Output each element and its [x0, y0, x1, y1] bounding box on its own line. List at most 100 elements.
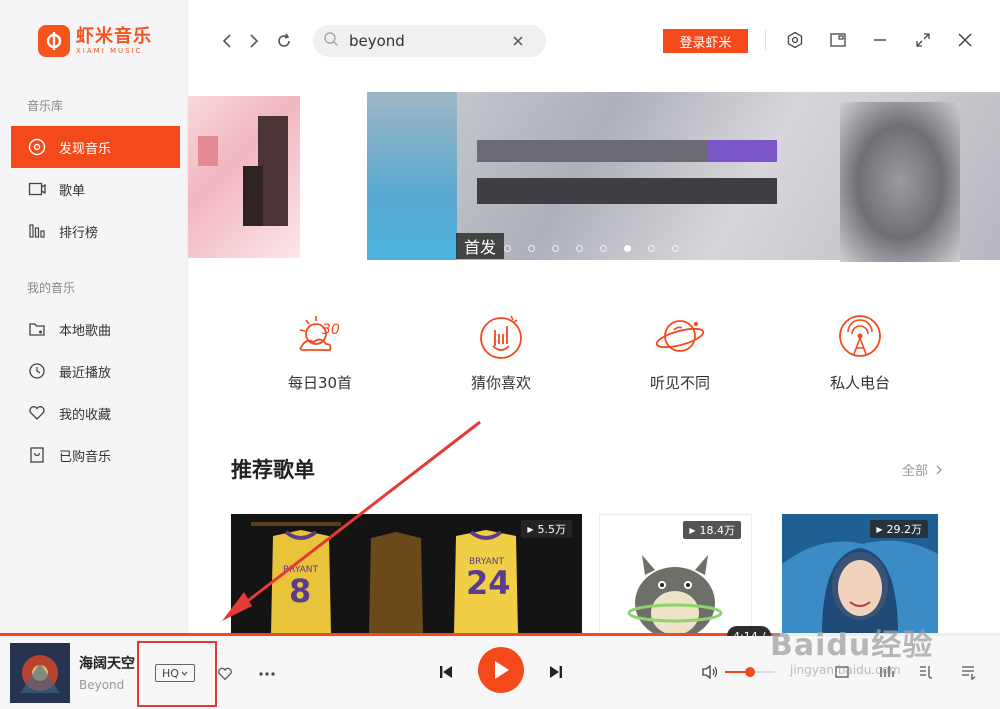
quick-daily-30[interactable]: 30 每日30首 [260, 308, 380, 393]
watermark-url: jingyan.baidu.com [790, 663, 901, 677]
quick-hear-different[interactable]: 听见不同 [620, 308, 740, 393]
clock-icon [27, 361, 47, 381]
carousel-dot[interactable] [528, 245, 535, 252]
minimize-button[interactable] [868, 28, 892, 52]
quick-label: 猜你喜欢 [470, 374, 531, 392]
play-icon [495, 661, 509, 679]
sidebar-item-label: 排行榜 [59, 225, 99, 241]
heart-icon [218, 667, 232, 681]
volume-knob[interactable] [745, 667, 755, 677]
quick-guess-like[interactable]: 猜你喜欢 [441, 308, 561, 393]
sidebar-item-local[interactable]: 本地歌曲 [11, 308, 180, 350]
carousel-dot[interactable] [648, 245, 655, 252]
sidebar-item-recent[interactable]: 最近播放 [11, 350, 180, 392]
more-dots-icon [259, 672, 275, 676]
sidebar-item-label: 我的收藏 [59, 407, 112, 423]
daily-30-icon: 30 [292, 308, 348, 364]
queue-icon [962, 666, 976, 680]
logo-subtitle: XIAMI MUSIC [76, 46, 143, 55]
carousel-dots [504, 245, 696, 252]
mini-mode-button[interactable] [826, 28, 850, 52]
see-all-link[interactable]: 全部 [902, 460, 944, 479]
more-button[interactable] [256, 664, 278, 684]
planet-icon [652, 308, 708, 364]
close-button[interactable] [953, 28, 977, 52]
lyrics-button[interactable] [916, 662, 938, 682]
svg-text:30: 30 [322, 322, 340, 338]
chevron-right-icon [936, 465, 943, 474]
playlist-queue-button[interactable] [958, 662, 978, 682]
song-artist[interactable]: Beyond [79, 678, 124, 692]
search-box[interactable] [313, 25, 546, 57]
login-button[interactable]: 登录虾米 [663, 29, 748, 53]
sidebar-item-label: 已购音乐 [59, 449, 112, 465]
see-all-label: 全部 [902, 464, 929, 479]
search-input[interactable] [349, 32, 509, 50]
banner-slide-prev[interactable] [188, 96, 300, 258]
section-title-recommended: 推荐歌单 [231, 458, 315, 482]
close-icon [958, 33, 972, 47]
my-music-section-title: 我的音乐 [27, 281, 76, 295]
chevron-right-icon [250, 34, 259, 48]
like-button[interactable] [215, 664, 235, 684]
search-icon [323, 31, 339, 51]
play-count-badge: ▶ 18.4万 [683, 521, 741, 539]
playlist-icon [27, 179, 47, 199]
sidebar-item-playlists[interactable]: 歌单 [11, 168, 180, 210]
next-button[interactable] [546, 662, 566, 682]
carousel-dot-active[interactable] [624, 245, 631, 252]
heart-icon [27, 403, 47, 423]
expand-icon [916, 33, 930, 47]
carousel-dot[interactable] [552, 245, 559, 252]
settings-button[interactable] [783, 28, 807, 52]
lyrics-icon [920, 666, 933, 679]
refresh-icon [278, 33, 290, 47]
play-button[interactable] [478, 647, 524, 693]
refresh-button[interactable] [273, 30, 295, 52]
playlist-card[interactable]: ▶ 29.2万 [782, 514, 938, 634]
chart-icon [27, 221, 47, 241]
svg-text:BRYANT: BRYANT [469, 557, 505, 567]
maximize-button[interactable] [911, 28, 935, 52]
minimize-icon [874, 39, 886, 41]
carousel-dot[interactable] [600, 245, 607, 252]
playlist-card[interactable]: ▶ 18.4万 [599, 514, 752, 634]
carousel-dot[interactable] [672, 245, 679, 252]
app-logo[interactable]: 虾米音乐 XIAMI MUSIC [38, 25, 152, 57]
clear-search-icon[interactable] [510, 33, 526, 49]
forward-button[interactable] [243, 30, 265, 52]
song-title[interactable]: 海阔天空 [79, 653, 135, 673]
volume-button[interactable] [700, 662, 720, 682]
carousel-dot[interactable] [504, 245, 511, 252]
top-bar: 登录虾米 [188, 0, 1000, 82]
logo-mark-icon [38, 25, 70, 57]
sidebar-item-label: 本地歌曲 [59, 323, 112, 339]
quick-private-radio[interactable]: 私人电台 [800, 308, 920, 393]
radio-icon [832, 308, 888, 364]
library-section-title: 音乐库 [27, 99, 64, 113]
playlist-card[interactable]: 8 BRYANT 24 BRYANT ▶ 5.5万 [231, 514, 582, 634]
disc-icon [27, 137, 47, 157]
skip-next-icon [550, 666, 562, 678]
play-count-badge: ▶ 5.5万 [521, 520, 572, 538]
sidebar-item-favorites[interactable]: 我的收藏 [11, 392, 180, 434]
hexagon-settings-icon [787, 31, 803, 49]
quick-label: 每日30首 [287, 374, 353, 392]
sidebar-item-purchased[interactable]: 已购音乐 [11, 434, 180, 476]
logo-title: 虾米音乐 [76, 25, 152, 47]
previous-button[interactable] [436, 662, 456, 682]
mini-window-icon [830, 33, 846, 47]
quick-label: 听见不同 [649, 374, 710, 392]
app-window: 虾米音乐 XIAMI MUSIC 音乐库 发现音乐 歌单 排行榜 我的音乐 本地… [0, 0, 1000, 709]
now-playing-cover[interactable] [10, 643, 70, 703]
divider [765, 30, 766, 50]
svg-text:8: 8 [289, 572, 311, 610]
sidebar-item-discover[interactable]: 发现音乐 [11, 126, 180, 168]
sidebar-item-charts[interactable]: 排行榜 [11, 210, 180, 252]
rock-hand-icon [473, 308, 529, 364]
quick-label: 私人电台 [829, 374, 890, 392]
carousel-dot[interactable] [576, 245, 583, 252]
banner-carousel[interactable]: 首发 [188, 88, 1000, 263]
banner-tag: 首发 [456, 233, 505, 259]
back-button[interactable] [216, 30, 238, 52]
